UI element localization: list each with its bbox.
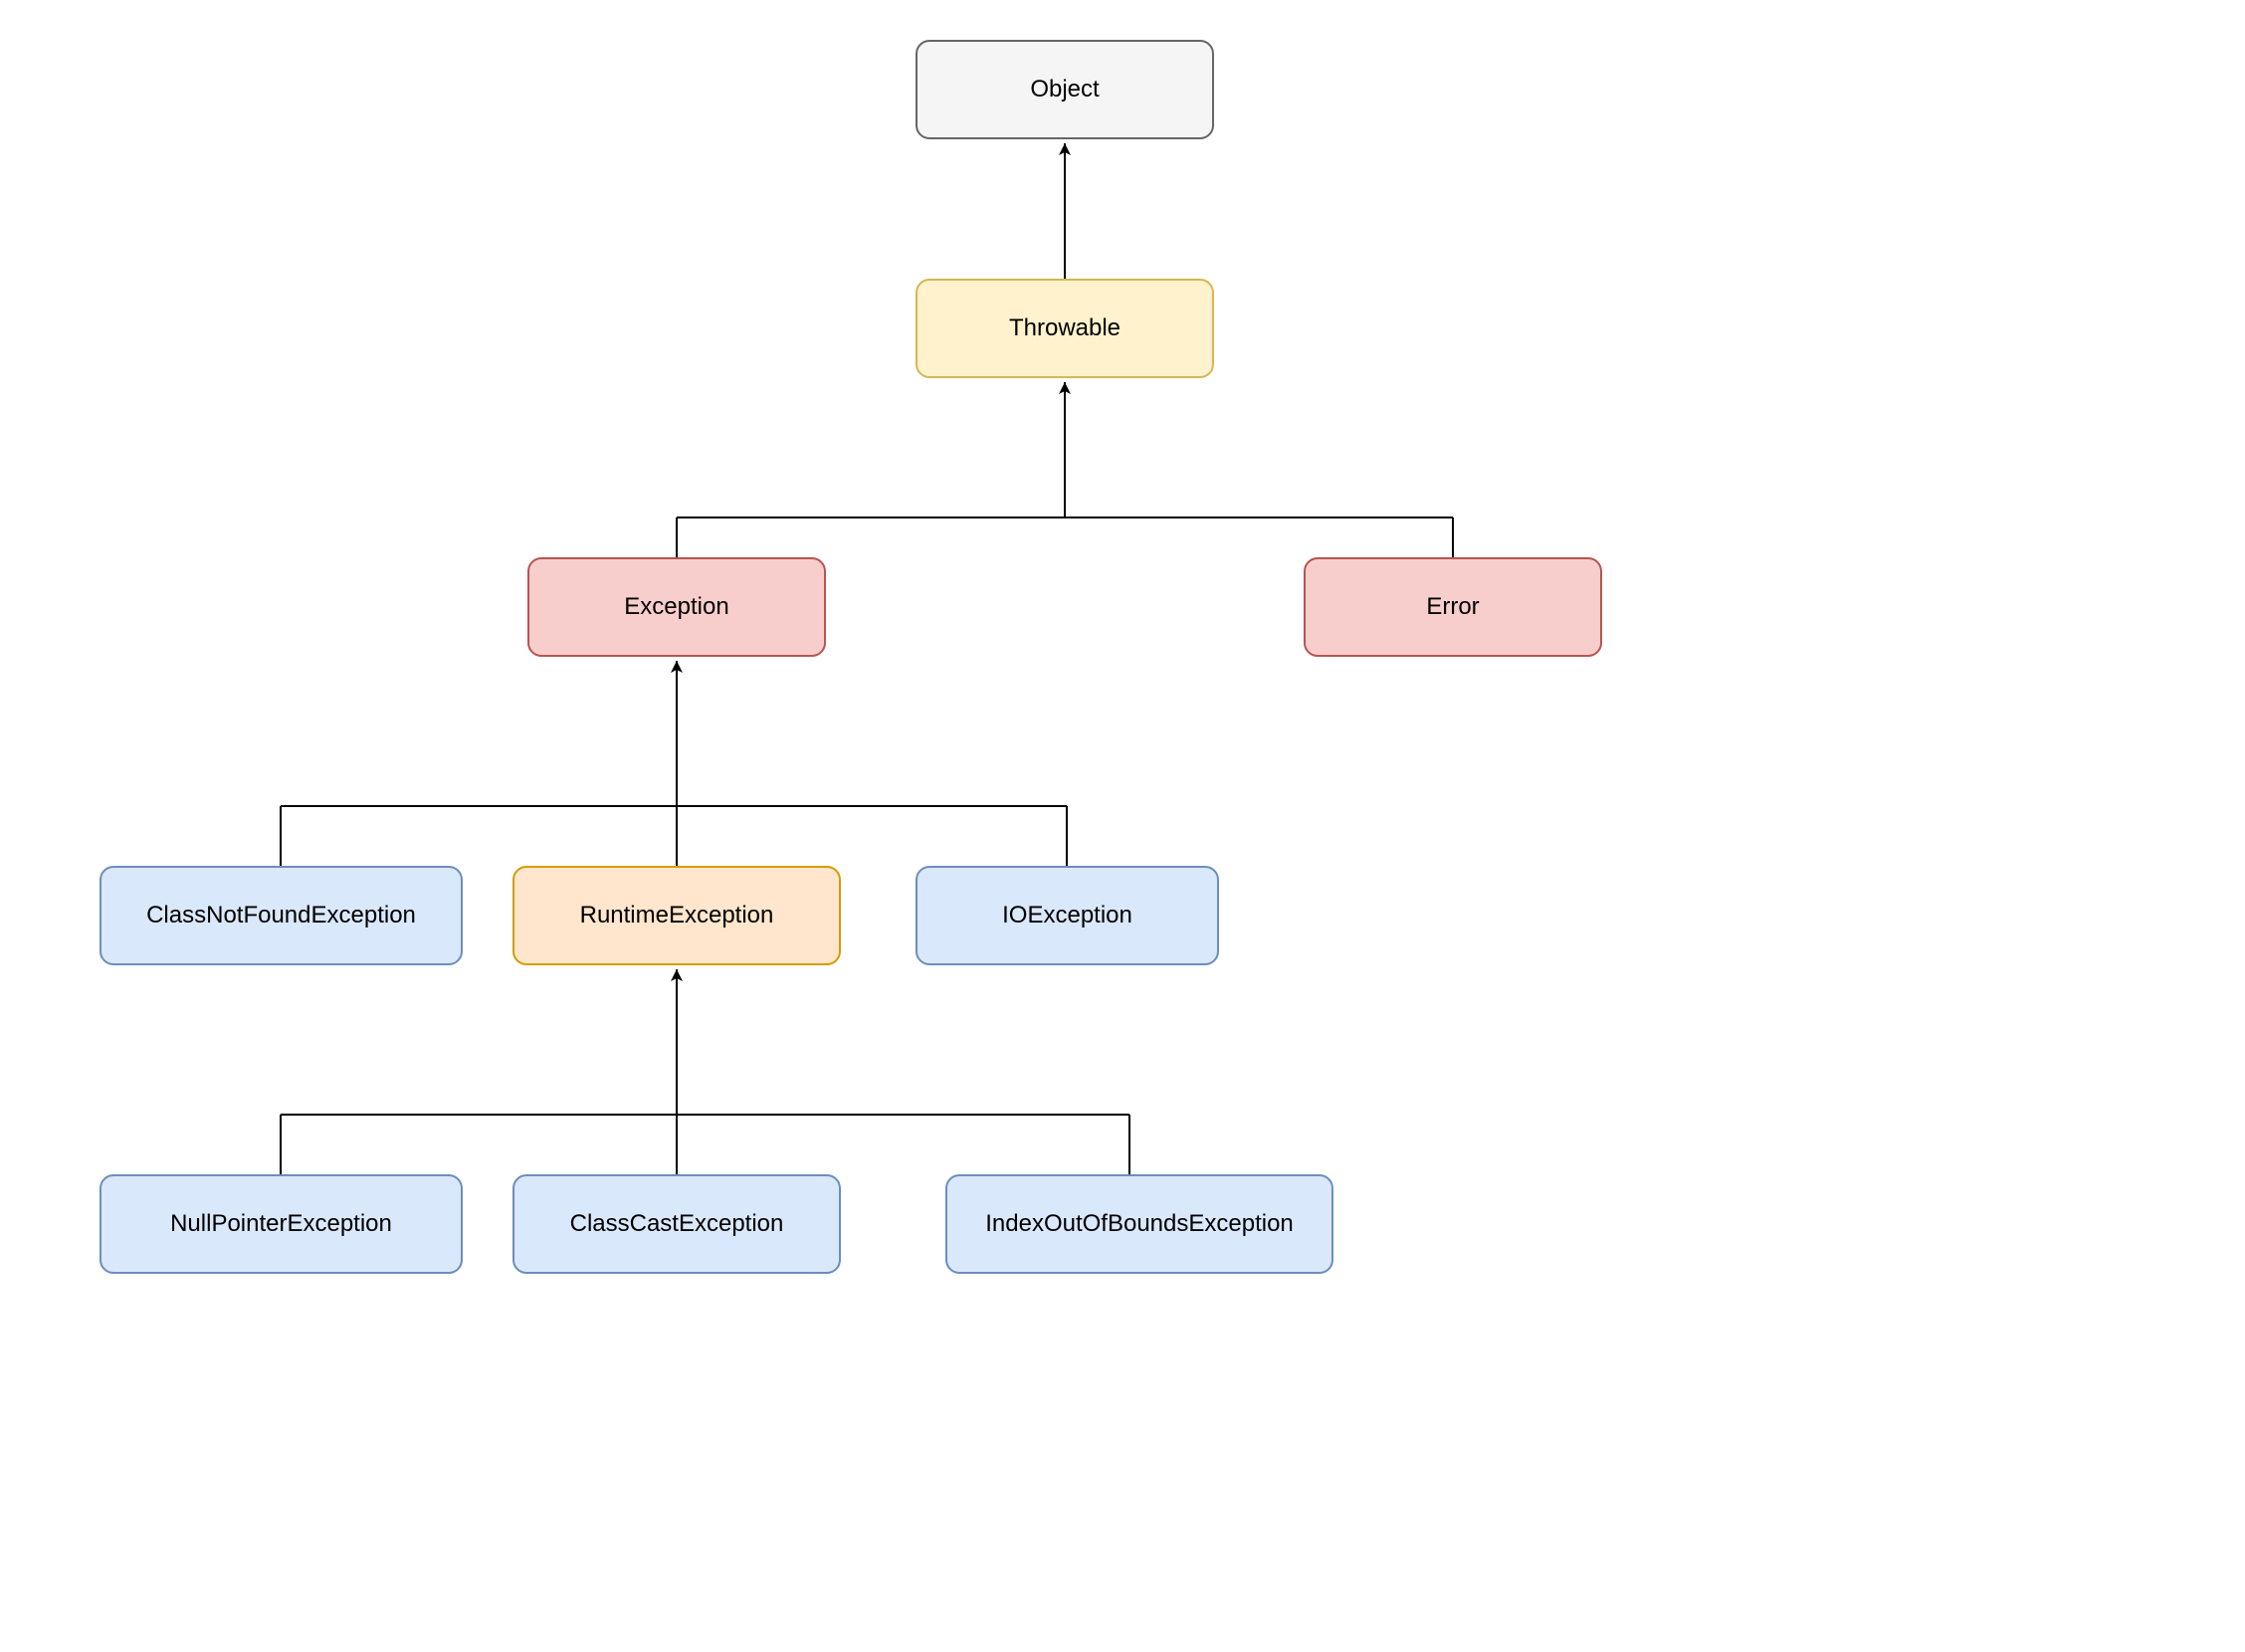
node-classnotfound-label: ClassNotFoundException bbox=[146, 902, 416, 929]
edges-layer bbox=[0, 0, 2245, 1652]
node-classcast-label: ClassCastException bbox=[570, 1210, 784, 1238]
node-error-label: Error bbox=[1426, 593, 1479, 621]
node-npe-label: NullPointerException bbox=[170, 1210, 392, 1238]
node-object-label: Object bbox=[1030, 76, 1099, 103]
diagram-canvas: Object Throwable Exception Error ClassNo… bbox=[0, 0, 2245, 1652]
node-throwable: Throwable bbox=[916, 279, 1214, 378]
node-error: Error bbox=[1304, 557, 1602, 657]
node-runtime: RuntimeException bbox=[512, 866, 841, 965]
node-ioob-label: IndexOutOfBoundsException bbox=[985, 1210, 1294, 1238]
node-runtime-label: RuntimeException bbox=[580, 902, 774, 929]
node-object: Object bbox=[916, 40, 1214, 139]
node-ioob: IndexOutOfBoundsException bbox=[945, 1174, 1333, 1274]
node-throwable-label: Throwable bbox=[1009, 314, 1121, 342]
node-exception-label: Exception bbox=[624, 593, 728, 621]
node-io: IOException bbox=[916, 866, 1219, 965]
node-io-label: IOException bbox=[1002, 902, 1132, 929]
node-npe: NullPointerException bbox=[100, 1174, 463, 1274]
node-classnotfound: ClassNotFoundException bbox=[100, 866, 463, 965]
node-exception: Exception bbox=[527, 557, 826, 657]
node-classcast: ClassCastException bbox=[512, 1174, 841, 1274]
